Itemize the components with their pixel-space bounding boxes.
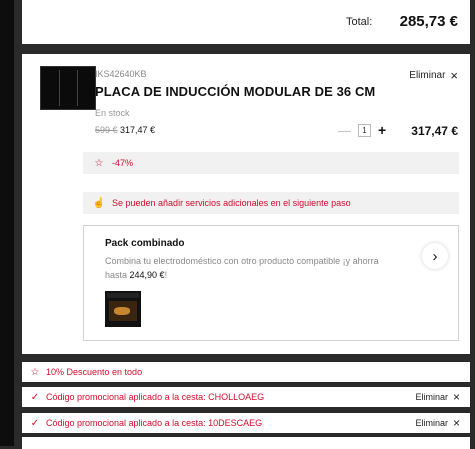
page-left-rail [0, 0, 14, 446]
remove-item-button[interactable]: Eliminar × [409, 67, 458, 83]
next-row-partial [22, 437, 470, 449]
close-icon: × [452, 416, 460, 430]
promo-code-row: ✓ Código promocional aplicado a la cesta… [22, 413, 470, 433]
remove-promo-button[interactable]: Eliminar × [415, 416, 460, 430]
remove-label: Eliminar [409, 70, 446, 81]
discount-badge: ☆ -47% [83, 152, 459, 174]
quantity-input[interactable]: 1 [358, 123, 371, 137]
services-notice-text: Se pueden añadir servicios adicionales e… [112, 198, 351, 208]
product-image[interactable] [40, 66, 96, 110]
star-icon: ☆ [94, 157, 104, 169]
oven-image [105, 291, 141, 327]
check-icon: ✓ [30, 417, 40, 429]
cart-total-panel: Total: 285,73 € [22, 0, 470, 44]
decrease-quantity-button[interactable]: — [338, 123, 351, 138]
services-notice: ☝ Se pueden añadir servicios adicionales… [83, 192, 459, 214]
discount-badge-text: -47% [112, 158, 134, 168]
star-icon: ☆ [30, 366, 40, 378]
promo-text: 10% Descuento en todo [46, 367, 143, 377]
remove-label: Eliminar [415, 392, 448, 402]
pack-combo-card[interactable]: Pack combinado Combina tu electrodomésti… [83, 225, 459, 341]
chevron-right-icon[interactable]: › [422, 243, 448, 269]
old-price: 599 € [95, 125, 118, 135]
combo-title: Pack combinado [105, 238, 185, 249]
combo-suffix: ! [164, 270, 168, 280]
product-sku: IKS42640KB [95, 69, 147, 79]
promo-row: ☆ 10% Descuento en todo [22, 362, 470, 382]
unit-price: 317,47 € [120, 125, 156, 135]
promo-code-row: ✓ Código promocional aplicado a la cesta… [22, 387, 470, 407]
promo-code-text: Código promocional aplicado a la cesta: … [46, 418, 263, 428]
line-price: 317,47 € [411, 124, 458, 138]
hand-pointer-icon: ☝ [92, 197, 106, 209]
increase-quantity-button[interactable]: + [378, 122, 386, 138]
remove-label: Eliminar [415, 418, 448, 428]
remove-promo-button[interactable]: Eliminar × [415, 390, 460, 404]
product-title[interactable]: PLACA DE INDUCCIÓN MODULAR DE 36 CM [95, 84, 375, 99]
total-value: 285,73 € [399, 13, 458, 30]
quantity-stepper: — 1 + [338, 122, 386, 138]
close-icon: × [450, 67, 458, 83]
close-icon: × [452, 390, 460, 404]
combo-text: Combina tu electrodoméstico con otro pro… [105, 254, 395, 282]
combo-amount: 244,90 € [129, 270, 165, 280]
cart-item: IKS42640KB PLACA DE INDUCCIÓN MODULAR DE… [22, 54, 470, 354]
stock-status: En stock [95, 108, 130, 118]
check-icon: ✓ [30, 391, 40, 403]
promo-code-text: Código promocional aplicado a la cesta: … [46, 392, 265, 402]
total-label: Total: [346, 16, 373, 28]
